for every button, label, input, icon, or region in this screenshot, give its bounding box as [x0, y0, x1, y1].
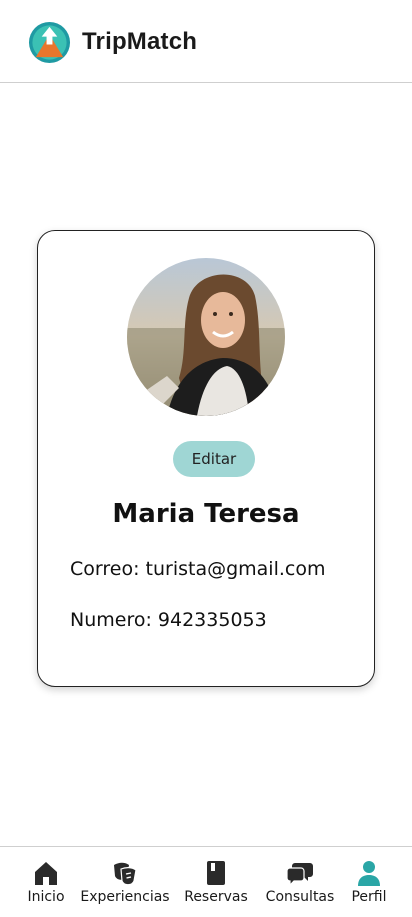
nav-label-experiencias: Experiencias	[80, 889, 170, 905]
home-icon	[35, 862, 57, 885]
nav-label-consultas: Consultas	[265, 889, 335, 905]
phone-info: Numero: 942335053	[70, 609, 267, 631]
person-icon	[358, 861, 380, 886]
nav-item-perfil[interactable]: Perfil	[350, 847, 388, 917]
profile-name: Maria Teresa	[112, 499, 300, 529]
profile-card: Editar Maria Teresa Correo: turista@gmai…	[37, 230, 375, 687]
mountain-logo-icon[interactable]	[28, 21, 71, 64]
nav-item-inicio[interactable]: Inicio	[26, 847, 66, 917]
chat-icon	[286, 863, 313, 887]
nav-item-experiencias[interactable]: Experiencias	[80, 847, 170, 917]
app-title: TripMatch	[82, 28, 198, 55]
bottom-nav: Inicio Experiencias Reservas Consultas P…	[0, 846, 412, 917]
nav-label-inicio: Inicio	[27, 889, 65, 905]
email-info: Correo: turista@gmail.com	[70, 558, 326, 580]
nav-item-reservas[interactable]: Reservas	[182, 847, 250, 917]
masks-icon	[114, 862, 137, 886]
nav-item-consultas[interactable]: Consultas	[262, 847, 338, 917]
profile-avatar	[127, 258, 285, 416]
app-header: TripMatch	[0, 0, 412, 83]
edit-profile-button[interactable]: Editar	[173, 441, 255, 477]
book-icon	[207, 861, 225, 885]
nav-label-perfil: Perfil	[351, 889, 387, 905]
nav-label-reservas: Reservas	[184, 889, 248, 905]
